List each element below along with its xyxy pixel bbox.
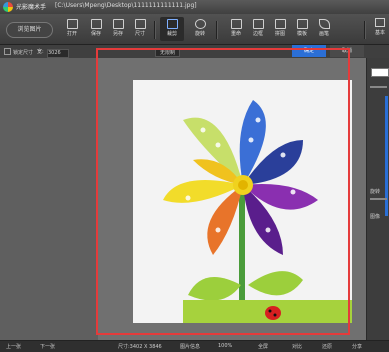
basic-tab-icon bbox=[375, 18, 385, 27]
side-slider[interactable] bbox=[370, 86, 387, 88]
file-path: [C:\Users\Mpeng\Desktop\1111111111111.jp… bbox=[55, 2, 197, 9]
share-button[interactable]: 分享 bbox=[352, 343, 362, 350]
tab-basic-label: 基本 bbox=[374, 30, 385, 36]
status-bar: 上一张 下一张 尺寸:3402 X 3846 图片信息 100% 全屏 对比 还… bbox=[0, 340, 389, 352]
lock-ratio-label: 锁定尺寸 bbox=[13, 50, 34, 56]
next-image-button[interactable]: 下一张 bbox=[40, 343, 55, 350]
save-as-icon bbox=[112, 19, 124, 29]
image-size: 尺寸:3402 X 3846 bbox=[118, 344, 162, 350]
frame-icon bbox=[252, 19, 264, 29]
save-as-button[interactable]: 另存 bbox=[106, 17, 130, 41]
tab-basic[interactable]: 基本 bbox=[373, 17, 387, 41]
right-side-panel: 旋转 图像 bbox=[366, 58, 389, 340]
width-value: 3026 bbox=[47, 49, 69, 58]
open-label: 打开 bbox=[66, 31, 77, 37]
side-image-label: 图像 bbox=[370, 214, 381, 220]
width-label: 宽: bbox=[37, 49, 44, 55]
fullscreen-button[interactable]: 全屏 bbox=[258, 343, 268, 350]
open-button[interactable]: 打开 bbox=[60, 17, 84, 41]
resize-button[interactable]: 尺寸 bbox=[128, 17, 152, 41]
save-button[interactable]: 保存 bbox=[84, 17, 108, 41]
rename-label: 重命 bbox=[230, 31, 241, 37]
main-toolbar: 浏览图片 打开 保存 另存 尺寸 裁剪 旋转 重命 边框 拼图 模板 画笔 bbox=[0, 14, 389, 45]
width-field[interactable]: 3026 bbox=[47, 48, 69, 58]
title-bar: 光影魔术手 [C:\Users\Mpeng\Desktop\1111111111… bbox=[0, 0, 389, 14]
rotate-icon bbox=[194, 19, 206, 29]
crop-button[interactable]: 裁剪 bbox=[160, 17, 184, 41]
checkbox-icon bbox=[4, 48, 11, 55]
canvas-margin bbox=[0, 58, 98, 340]
brush-icon bbox=[318, 19, 330, 29]
collage-label: 拼图 bbox=[274, 31, 285, 37]
app-title: 光影魔术手 bbox=[16, 4, 47, 11]
crop-selection-box[interactable] bbox=[96, 48, 350, 335]
toolbar-divider bbox=[364, 21, 366, 39]
lock-ratio-checkbox[interactable]: 锁定尺寸 bbox=[4, 48, 33, 56]
toolbar-divider bbox=[154, 21, 156, 39]
template-icon bbox=[296, 19, 308, 29]
rename-button[interactable]: 重命 bbox=[224, 17, 248, 41]
save-icon bbox=[90, 19, 102, 29]
save-label: 保存 bbox=[90, 31, 101, 37]
prev-image-button[interactable]: 上一张 bbox=[6, 343, 21, 350]
brush-button[interactable]: 画笔 bbox=[312, 17, 336, 41]
crop-label: 裁剪 bbox=[166, 31, 177, 37]
template-label: 模板 bbox=[296, 31, 307, 37]
collage-button[interactable]: 拼图 bbox=[268, 17, 292, 41]
app-logo-icon bbox=[3, 2, 13, 12]
image-info-button[interactable]: 图片信息 bbox=[180, 343, 200, 350]
brush-label: 画笔 bbox=[318, 31, 329, 37]
side-rotate-label: 旋转 bbox=[370, 189, 381, 195]
folder-open-icon bbox=[66, 19, 78, 29]
rename-icon bbox=[230, 19, 242, 29]
toolbar-divider bbox=[216, 21, 218, 39]
save-as-label: 另存 bbox=[112, 31, 123, 37]
crop-icon bbox=[166, 19, 178, 29]
zoom-level[interactable]: 100% bbox=[218, 343, 232, 349]
resize-icon bbox=[134, 19, 146, 29]
template-button[interactable]: 模板 bbox=[290, 17, 314, 41]
collage-icon bbox=[274, 19, 286, 29]
browse-images-button[interactable]: 浏览图片 bbox=[6, 22, 53, 38]
rotate-button[interactable]: 旋转 bbox=[188, 17, 212, 41]
side-preview-box bbox=[371, 68, 389, 77]
compare-button[interactable]: 对比 bbox=[292, 343, 302, 350]
frame-button[interactable]: 边框 bbox=[246, 17, 270, 41]
rotate-label: 旋转 bbox=[194, 31, 205, 37]
resize-label: 尺寸 bbox=[134, 31, 145, 37]
frame-label: 边框 bbox=[252, 31, 263, 37]
restore-button[interactable]: 还原 bbox=[322, 343, 332, 350]
side-rotate-slider[interactable] bbox=[370, 198, 387, 200]
